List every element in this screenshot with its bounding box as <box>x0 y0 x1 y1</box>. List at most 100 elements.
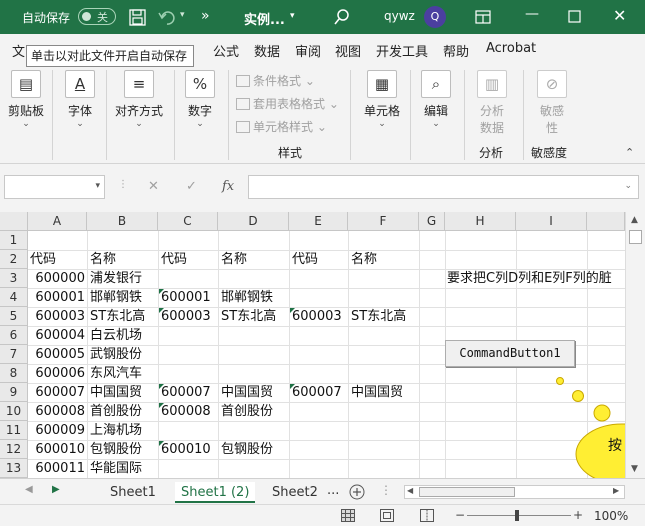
sheet-tab-sheet1-2[interactable]: Sheet1 (2) <box>175 482 256 503</box>
cells-button[interactable]: ▦ 单元格 ⌄ <box>359 70 405 129</box>
table-format-button[interactable]: 套用表格格式 ⌄ <box>236 95 339 112</box>
col-header-j[interactable] <box>587 212 625 231</box>
horizontal-scrollbar[interactable]: ◀ ▶ <box>404 485 625 499</box>
tab-formulas[interactable]: 公式 <box>213 41 239 60</box>
cell-d4[interactable]: 邯郸钢铁 <box>221 288 273 307</box>
cell-a11[interactable]: 600009 <box>28 421 85 440</box>
search-icon[interactable] <box>333 8 351 26</box>
scroll-thumb[interactable] <box>419 487 515 497</box>
page-break-icon[interactable] <box>420 509 434 522</box>
cell-h3[interactable]: 要求把C列D列和E列F列的脏 <box>447 269 625 288</box>
row-header[interactable]: 9 <box>0 383 28 402</box>
zoom-slider[interactable] <box>467 515 571 516</box>
alignment-button[interactable]: ≡ 对齐方式 ⌄ <box>112 70 166 129</box>
enter-icon[interactable]: ✓ <box>186 179 197 194</box>
font-button[interactable]: A 字体 ⌄ <box>60 70 100 129</box>
col-header-f[interactable]: F <box>348 212 419 231</box>
cell-c4[interactable]: 600001 <box>161 288 211 307</box>
save-icon[interactable] <box>129 9 146 26</box>
filename-dropdown-icon[interactable]: ▾ <box>290 11 295 21</box>
tab-review[interactable]: 审阅 <box>295 41 321 60</box>
prev-sheet-icon[interactable]: ◀ <box>25 484 33 495</box>
row-header[interactable]: 1 <box>0 231 28 250</box>
col-header-g[interactable]: G <box>419 212 445 231</box>
undo-icon[interactable] <box>158 9 178 26</box>
splitter-icon[interactable]: ⋮ <box>118 179 128 190</box>
cell-a5[interactable]: 600003 <box>28 307 85 326</box>
cell-e5[interactable]: 600003 <box>292 307 342 326</box>
cell-b5[interactable]: ST东北高 <box>90 307 145 326</box>
ribbon-display-icon[interactable] <box>475 9 491 25</box>
more-sheets[interactable]: ... <box>327 483 339 498</box>
cell-b9[interactable]: 中国国贸 <box>90 383 142 402</box>
row-header[interactable]: 7 <box>0 345 28 364</box>
cell-style-button[interactable]: 单元格样式 ⌄ <box>236 118 327 135</box>
cell-b3[interactable]: 浦发银行 <box>90 269 142 288</box>
collapse-ribbon-icon[interactable]: ⌃ <box>625 146 634 159</box>
sensitivity-button[interactable]: ⊘ 敏感 性 <box>530 70 574 136</box>
name-box[interactable]: ▾ <box>4 175 105 199</box>
cell-f5[interactable]: ST东北高 <box>351 307 406 326</box>
cell-c2[interactable]: 代码 <box>161 250 187 269</box>
cell-b11[interactable]: 上海机场 <box>90 421 142 440</box>
col-header-e[interactable]: E <box>289 212 348 231</box>
maximize-icon[interactable] <box>568 10 581 23</box>
scroll-up-icon[interactable]: ▲ <box>631 215 638 225</box>
scroll-left-icon[interactable]: ◀ <box>407 486 413 495</box>
cell-c10[interactable]: 600008 <box>161 402 211 421</box>
cell-d2[interactable]: 名称 <box>221 250 247 269</box>
tab-file[interactable]: 文 <box>12 41 25 60</box>
cell-b8[interactable]: 东风汽车 <box>90 364 142 383</box>
tab-acrobat[interactable]: Acrobat <box>486 41 536 56</box>
col-header-c[interactable]: C <box>158 212 218 231</box>
row-header[interactable]: 5 <box>0 307 28 326</box>
tab-data[interactable]: 数据 <box>254 41 280 60</box>
cell-c12[interactable]: 600010 <box>161 440 211 459</box>
cell-a3[interactable]: 600000 <box>28 269 85 288</box>
cell-a4[interactable]: 600001 <box>28 288 85 307</box>
more-commands-icon[interactable]: » <box>201 8 210 24</box>
zoom-level[interactable]: 100% <box>594 509 628 523</box>
cell-d12[interactable]: 包钢股份 <box>221 440 273 459</box>
undo-dropdown-icon[interactable]: ▾ <box>180 10 185 20</box>
cell-a13[interactable]: 600011 <box>28 459 85 478</box>
clipboard-button[interactable]: ▤ 剪贴板 ⌄ <box>6 70 46 129</box>
callout-shape[interactable] <box>550 372 625 478</box>
zoom-in-icon[interactable]: + <box>573 508 583 522</box>
cell-e2[interactable]: 代码 <box>292 250 318 269</box>
col-header-b[interactable]: B <box>87 212 158 231</box>
col-header-d[interactable]: D <box>218 212 289 231</box>
tab-view[interactable]: 视图 <box>335 41 361 60</box>
row-header[interactable]: 2 <box>0 250 28 269</box>
select-all-corner[interactable] <box>0 212 28 231</box>
scroll-down-icon[interactable]: ▼ <box>631 464 638 474</box>
formula-input[interactable]: ⌄ <box>248 175 639 199</box>
row-header[interactable]: 8 <box>0 364 28 383</box>
minimize-icon[interactable]: — <box>525 6 539 22</box>
zoom-slider-thumb[interactable] <box>515 510 519 521</box>
normal-view-icon[interactable] <box>341 509 355 522</box>
row-header[interactable]: 12 <box>0 440 28 459</box>
avatar[interactable]: Q <box>424 6 446 28</box>
cell-e9[interactable]: 600007 <box>292 383 342 402</box>
splitter-icon[interactable]: ⋮ <box>380 483 392 497</box>
user-name[interactable]: qywz <box>384 9 415 23</box>
cell-b2[interactable]: 名称 <box>90 250 116 269</box>
close-icon[interactable]: ✕ <box>613 6 626 25</box>
cell-b4[interactable]: 邯郸钢铁 <box>90 288 142 307</box>
row-header[interactable]: 4 <box>0 288 28 307</box>
cell-a10[interactable]: 600008 <box>28 402 85 421</box>
row-header[interactable]: 6 <box>0 326 28 345</box>
cell-a7[interactable]: 600005 <box>28 345 85 364</box>
cell-d5[interactable]: ST东北高 <box>221 307 276 326</box>
insert-function-icon[interactable]: fx <box>222 179 234 194</box>
cancel-icon[interactable]: ✕ <box>148 179 159 194</box>
cell-d9[interactable]: 中国国贸 <box>221 383 273 402</box>
file-name[interactable]: 实例... <box>244 9 285 28</box>
cell-a9[interactable]: 600007 <box>28 383 85 402</box>
cell-a6[interactable]: 600004 <box>28 326 85 345</box>
edit-button[interactable]: ⌕ 编辑 ⌄ <box>416 70 456 129</box>
cell-b7[interactable]: 武钢股份 <box>90 345 142 364</box>
row-header[interactable]: 11 <box>0 421 28 440</box>
sheet-tab-sheet1[interactable]: Sheet1 <box>104 482 162 503</box>
